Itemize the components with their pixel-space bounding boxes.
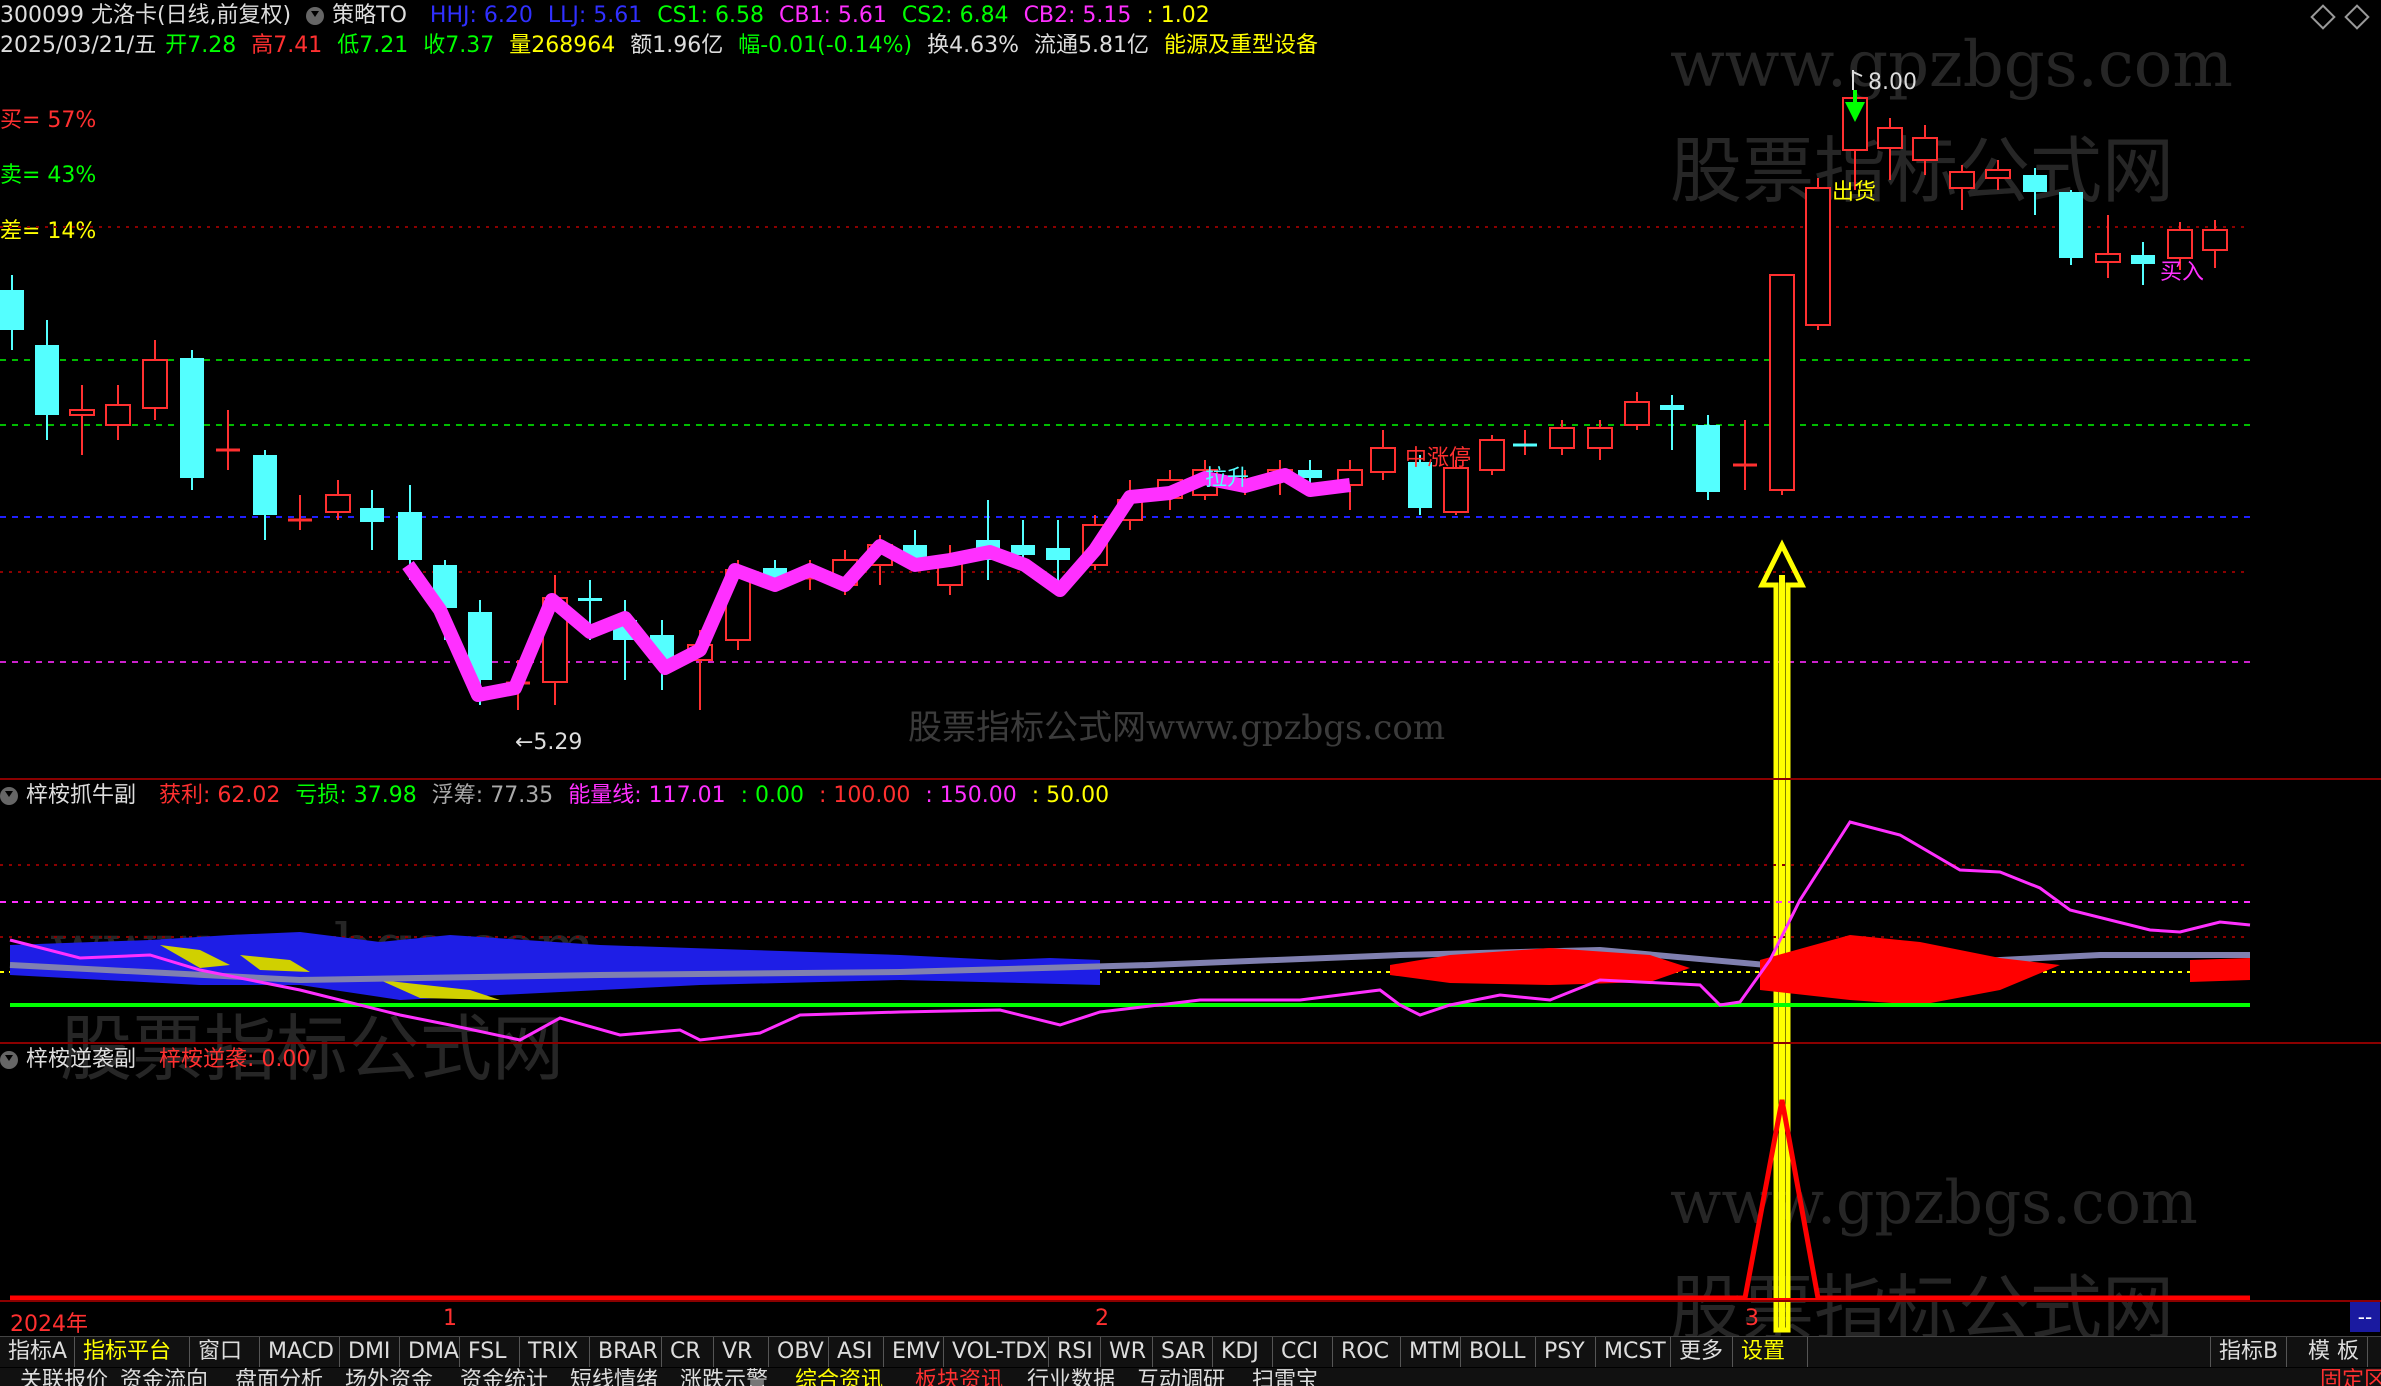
bottom-tab[interactable]: 扫雷宝 — [1252, 1368, 1318, 1386]
bottom-tab-bar: 关联报价 资金流向 盘面分析 场外资金 资金统计 短线情绪 涨跌示警 综合资讯 板块资讯 行业数据… — [0, 1368, 2381, 1386]
axis-scroll-button[interactable]: -- — [2350, 1302, 2380, 1332]
tab-indicator[interactable]: PSY — [1536, 1337, 1596, 1367]
bottom-tab[interactable]: 资金流向 — [120, 1368, 208, 1386]
tab-indicator[interactable]: OBV — [769, 1337, 829, 1367]
tab-indicator[interactable]: RSI — [1049, 1337, 1101, 1367]
sub2-chart[interactable] — [0, 0, 2381, 1386]
tab-indicator[interactable]: TRIX — [520, 1337, 590, 1367]
tab-indicator[interactable]: 更多 — [1671, 1337, 1733, 1367]
tab-indicator[interactable]: CCI — [1273, 1337, 1333, 1367]
fixed-area-tab[interactable]: 固定区 — [2320, 1368, 2381, 1386]
nixi-line — [10, 1099, 2250, 1301]
axis-year: 2024年 — [10, 1312, 88, 1337]
axis-line — [0, 1300, 2381, 1302]
tab-indicator[interactable]: VOL-TDX — [944, 1337, 1049, 1367]
indicator-tab-bar: 指标A 指标平台 窗口 MACD DMI DMA FSL TRIX BRAR CR VR OBV ASI… — [0, 1336, 2381, 1367]
tab-indicator[interactable]: 窗口 — [190, 1337, 260, 1367]
tab-indicator[interactable]: FSL — [460, 1337, 520, 1367]
tab-indicator[interactable]: BOLL — [1461, 1337, 1536, 1367]
tab-indicator[interactable]: 设置 — [1733, 1337, 1808, 1367]
bottom-tab[interactable]: 行业数据 — [1027, 1368, 1115, 1386]
bottom-tab[interactable]: 互动调研 — [1137, 1368, 1225, 1386]
tab-indicator[interactable]: EMV — [884, 1337, 944, 1367]
tab-indicator[interactable]: MACD — [260, 1337, 340, 1367]
tab-indicator[interactable]: KDJ — [1213, 1337, 1273, 1367]
tab-indicator[interactable]: DMI — [340, 1337, 400, 1367]
bottom-tab[interactable]: 场外资金 — [345, 1368, 433, 1386]
bottom-tab[interactable]: 综合资讯 — [795, 1368, 883, 1386]
bottom-tab[interactable]: 盘面分析 — [235, 1368, 323, 1386]
tab-indicator[interactable]: DMA — [400, 1337, 460, 1367]
tab-indicator[interactable]: SAR — [1153, 1337, 1213, 1367]
tab-indicator[interactable]: 指标A — [0, 1337, 75, 1367]
bottom-tab[interactable]: 涨跌示警 — [680, 1368, 768, 1386]
tab-indicator[interactable]: MTM — [1401, 1337, 1461, 1367]
bottom-tab[interactable]: 短线情绪 — [570, 1368, 658, 1386]
tab-indicator[interactable]: CR — [662, 1337, 714, 1367]
tab-indicator[interactable]: 指标平台 — [75, 1337, 190, 1367]
bottom-tab[interactable]: 资金统计 — [460, 1368, 548, 1386]
axis-month-1: 1 — [443, 1306, 457, 1331]
time-axis: 2024年 1 2 3 -- — [0, 1300, 2381, 1337]
tab-indicator[interactable]: ASI — [829, 1337, 884, 1367]
axis-month-3: 3 — [1745, 1306, 1759, 1331]
tab-indicator[interactable]: WR — [1101, 1337, 1153, 1367]
tab-indicator[interactable]: VR — [714, 1337, 769, 1367]
tab-indicator[interactable]: ROC — [1333, 1337, 1401, 1367]
tab-indicator[interactable]: MCST — [1596, 1337, 1671, 1367]
bottom-tab[interactable]: 关联报价 — [20, 1368, 108, 1386]
bottom-tab[interactable]: 板块资讯 — [915, 1368, 1003, 1386]
tab-indicator-b[interactable]: 指标B — [2210, 1337, 2288, 1367]
axis-month-2: 2 — [1095, 1306, 1109, 1331]
tab-indicator[interactable]: BRAR — [590, 1337, 662, 1367]
tab-template[interactable]: 模 板 — [2300, 1337, 2368, 1367]
